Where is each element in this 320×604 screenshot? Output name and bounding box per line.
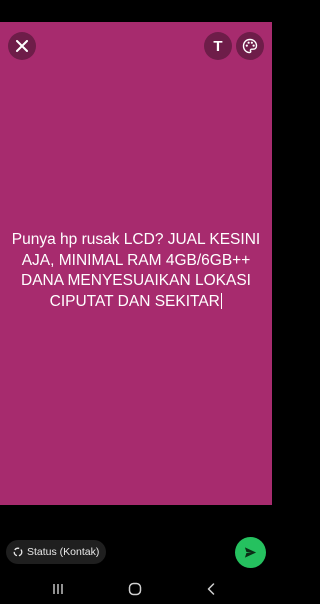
status-audience-selector[interactable]: Status (Kontak) — [6, 540, 106, 564]
text-tool-button[interactable]: T — [204, 32, 232, 60]
close-button[interactable] — [8, 32, 36, 60]
text-cursor — [220, 292, 223, 309]
status-composer-screen: T Punya hp rusak LCD? JUAL KESINI AJA, M… — [0, 0, 272, 604]
home-button[interactable] — [127, 581, 143, 597]
home-icon — [128, 582, 142, 596]
back-button[interactable] — [203, 581, 219, 597]
text-tool-label: T — [213, 37, 223, 55]
send-button[interactable] — [235, 537, 266, 568]
palette-icon — [242, 38, 258, 54]
status-text-editor[interactable]: Punya hp rusak LCD? JUAL KESINI AJA, MIN… — [10, 230, 262, 312]
send-icon — [244, 547, 257, 558]
status-ring-icon — [13, 547, 23, 557]
recent-apps-button[interactable] — [50, 581, 66, 597]
recent-apps-icon — [53, 584, 63, 594]
close-icon — [16, 40, 28, 52]
status-text-content: Punya hp rusak LCD? JUAL KESINI AJA, MIN… — [11, 231, 261, 310]
system-status-bar — [0, 0, 272, 22]
audience-label: Status (Kontak) — [27, 546, 100, 558]
back-icon — [207, 583, 215, 595]
color-palette-button[interactable] — [236, 32, 264, 60]
